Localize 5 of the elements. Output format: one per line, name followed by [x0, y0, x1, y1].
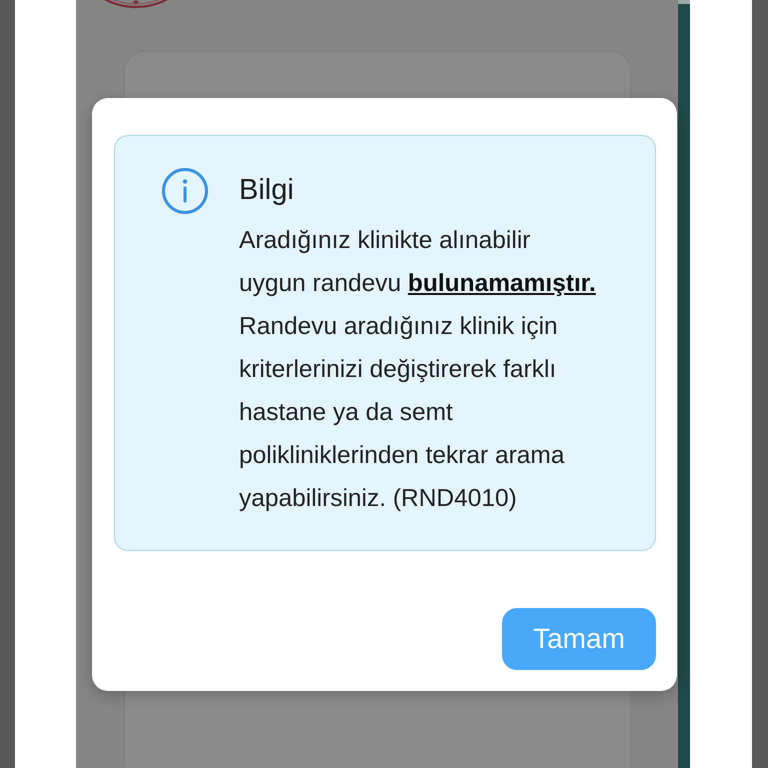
dialog-message: Aradığınız klinikte alınabilir uygun randevu bulunamamıştır. Randevu aradığınız klinik için kriterlerinizi değiştirerek farklı hastane ya da semt polikliniklerinden tekrar arama yapabilirsiniz. (RND4010)	[239, 226, 597, 514]
ok-button[interactable]: Tamam	[502, 608, 656, 670]
round-emblem-icon	[103, 0, 169, 9]
dialog-title: Bilgi	[239, 173, 295, 207]
info-icon	[162, 168, 208, 214]
